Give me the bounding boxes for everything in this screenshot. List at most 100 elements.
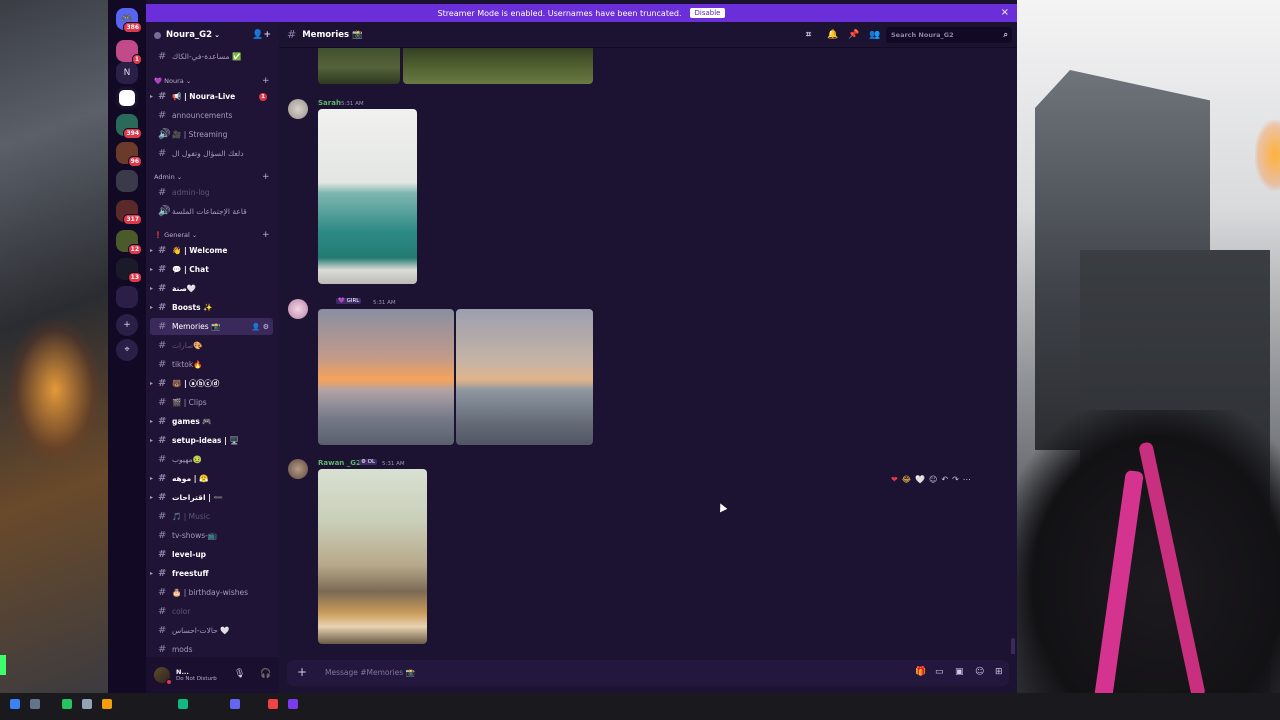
gift-icon[interactable]: 🎁: [915, 667, 926, 677]
channel-item-streaming[interactable]: 🔊 🎥 | Streaming: [150, 126, 273, 143]
headphone-icon[interactable]: 🎧: [260, 669, 271, 679]
threads-icon[interactable]: ⌗: [806, 30, 811, 40]
more-icon[interactable]: ⋯: [963, 475, 971, 484]
message-author[interactable]: Sarah: [318, 99, 341, 107]
channel-item-birthday[interactable]: # 🎂 | birthday-wishes: [150, 584, 273, 601]
channel-item-freestuff[interactable]: ▸ # freestuff: [150, 565, 273, 582]
server-folder-icon[interactable]: 394: [116, 114, 142, 139]
server-folder-icon[interactable]: 13: [116, 258, 142, 283]
heart-icon[interactable]: ❤: [891, 475, 898, 484]
channel-settings-icon[interactable]: 👤 ⚙: [252, 323, 269, 331]
message-composer[interactable]: + Message #Memories 📸 🎁 ▭ ▣ ☺ ⊞: [287, 660, 1009, 686]
pin-icon[interactable]: 📌: [848, 30, 859, 40]
forward-icon[interactable]: ↷: [952, 475, 959, 484]
laugh-icon[interactable]: 😂: [902, 475, 911, 484]
channel-item-iqtirahat[interactable]: ▸ # اقتراحات | ➖: [150, 489, 273, 506]
gif-icon[interactable]: ▭: [935, 667, 944, 677]
emoji-icon[interactable]: ☺: [975, 667, 984, 677]
category-admin[interactable]: Admin ⌄ +: [154, 172, 270, 182]
channel-item-level-up[interactable]: # level-up: [150, 546, 273, 563]
taskbar-app-icon[interactable]: [30, 699, 40, 709]
attachment-image[interactable]: [403, 48, 593, 84]
server-active-icon[interactable]: [116, 87, 138, 109]
channel-item-tiktok[interactable]: # tiktok🔥: [150, 356, 273, 373]
server-folder-icon[interactable]: 317: [116, 200, 142, 225]
close-icon[interactable]: ×: [1001, 7, 1009, 18]
channel-item-mods[interactable]: # mods: [150, 641, 273, 658]
server-folder-icon[interactable]: 96: [116, 142, 142, 167]
search-input[interactable]: Search Noura_G2 ⌕: [886, 27, 1012, 43]
taskbar-app-icon[interactable]: [102, 699, 112, 709]
add-channel-icon[interactable]: +: [262, 172, 270, 182]
channel-item-boosts[interactable]: ▸ # Boosts ✨: [150, 299, 273, 316]
attachment-image[interactable]: [456, 309, 593, 445]
avatar[interactable]: [288, 299, 308, 319]
add-channel-icon[interactable]: +: [262, 230, 270, 240]
channel-item-color[interactable]: # color: [150, 603, 273, 620]
disable-button[interactable]: Disable: [689, 8, 726, 18]
channel-item-welcome[interactable]: ▸ # 👋 | Welcome: [150, 242, 273, 259]
channel-item-suggestions[interactable]: # صارات🎨: [150, 337, 273, 354]
white-heart-icon[interactable]: 🤍: [915, 475, 925, 484]
channel-label: announcements: [172, 111, 233, 120]
channel-item-halat[interactable]: # حالات-احساس 🤍: [150, 622, 273, 639]
avatar[interactable]: [288, 99, 308, 119]
sticker-icon[interactable]: ▣: [955, 667, 964, 677]
channel-item-games[interactable]: ▸ # games 🎮: [150, 413, 273, 430]
channel-item-clips[interactable]: # 🎬 | Clips: [150, 394, 273, 411]
message-author[interactable]: Rawan _G2: [318, 459, 361, 467]
add-channel-icon[interactable]: +: [262, 76, 270, 86]
channel-item-memories[interactable]: # Memories 📸 👤 ⚙: [150, 318, 273, 335]
attachment-image[interactable]: [318, 469, 427, 644]
taskbar-app-icon[interactable]: [230, 699, 240, 709]
taskbar-app-icon[interactable]: [268, 699, 278, 709]
scrollbar[interactable]: [1011, 638, 1015, 654]
server-folder-icon[interactable]: [116, 170, 138, 192]
server-icon[interactable]: [116, 286, 138, 308]
channel-item-senna[interactable]: ▸ # صنة🤍: [150, 280, 273, 297]
hash-icon: #: [158, 606, 167, 617]
category-noura[interactable]: 💜 Noura ⌄ +: [154, 76, 270, 86]
members-icon[interactable]: 👥: [869, 30, 880, 40]
invite-icon[interactable]: 👤+: [252, 30, 271, 40]
home-icon[interactable]: 🎮 386: [116, 8, 142, 33]
server-folder-icon[interactable]: 12: [116, 230, 142, 255]
channel-item-setup-ideas[interactable]: ▸ # setup-ideas | 🖥️: [150, 432, 273, 449]
attachment-image[interactable]: [318, 309, 454, 445]
add-server-icon[interactable]: +: [116, 314, 138, 336]
banner-text: Streamer Mode is enabled. Usernames have…: [437, 8, 682, 18]
category-general[interactable]: ❗ General ⌄ +: [154, 230, 270, 240]
channel-item[interactable]: # مساعدة-في-الكاك ✅: [150, 48, 273, 65]
channel-item-tv-shows[interactable]: # tv-shows-📺: [150, 527, 273, 544]
taskbar-app-icon[interactable]: [178, 699, 188, 709]
server-header[interactable]: Noura_G2 ⌄ 👤+: [146, 22, 279, 48]
channel-item-noura-live[interactable]: ▸ # 📢 | Noura-Live 1: [150, 88, 273, 105]
channel-item-music[interactable]: # 🎵 | Music: [150, 508, 273, 525]
channel-item-emoji[interactable]: ▸ # 🐻 | ⓐⓑⓒⓓ: [150, 375, 273, 392]
channel-item-muhyoon[interactable]: # مهيوب🤢: [150, 451, 273, 468]
taskbar-app-icon[interactable]: [10, 699, 20, 709]
channel-item-chat[interactable]: ▸ # 💬 | Chat: [150, 261, 273, 278]
add-reaction-icon[interactable]: ☺: [929, 475, 937, 484]
channel-item-meetings[interactable]: 🔊 قاعة الإجتماعات الملسة: [150, 203, 273, 220]
avatar[interactable]: [288, 459, 308, 479]
channel-item-announcements[interactable]: # announcements: [150, 107, 273, 124]
bell-icon[interactable]: 🔔: [827, 30, 838, 40]
taskbar-app-icon[interactable]: [288, 699, 298, 709]
reply-icon[interactable]: ↶: [941, 475, 948, 484]
attachment-image[interactable]: [318, 109, 417, 284]
message-input[interactable]: Message #Memories 📸: [325, 668, 415, 677]
apps-icon[interactable]: ⊞: [995, 667, 1003, 677]
attachment-image[interactable]: [318, 48, 400, 84]
avatar[interactable]: [154, 667, 172, 685]
channel-item-question[interactable]: # دلعك السؤال وتفول ال: [150, 145, 273, 162]
microphone-icon[interactable]: 🎙: [234, 669, 245, 679]
explore-icon[interactable]: ⌖: [116, 339, 138, 361]
channel-item-mooh[interactable]: ▸ # موهه | 😤: [150, 470, 273, 487]
server-n-icon[interactable]: N: [116, 62, 138, 84]
server-icon[interactable]: 1: [116, 40, 142, 65]
taskbar-app-icon[interactable]: [82, 699, 92, 709]
taskbar-app-icon[interactable]: [62, 699, 72, 709]
channel-item-admin-log[interactable]: # admin-log: [150, 184, 273, 201]
upload-icon[interactable]: +: [297, 665, 307, 679]
